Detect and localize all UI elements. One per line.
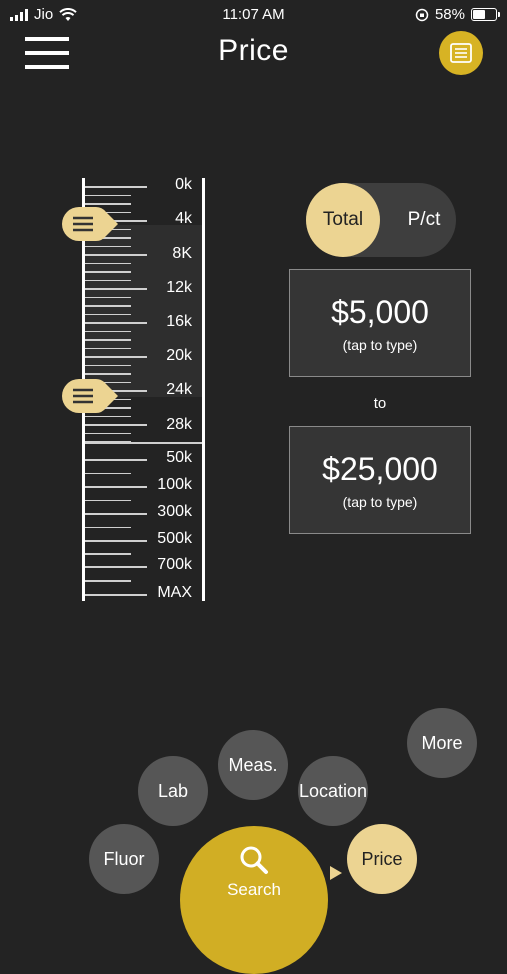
header: Price [0,28,507,78]
battery-fill [473,10,485,19]
min-price-value: $5,000 [331,293,429,330]
nav-location-button[interactable]: Location [298,756,368,826]
scale-label: 28k [166,416,192,433]
handle-grip-icon [62,207,118,241]
total-per-carat-toggle[interactable]: Total P/ct [306,183,456,257]
range-separator: to [373,395,387,412]
scale-label: 4k [175,210,192,227]
scale-tick [85,540,147,542]
toggle-total[interactable]: Total [306,183,380,257]
battery-icon [471,8,500,21]
scale-tick [85,499,131,501]
scale-tick [85,459,147,461]
scale-label: 0k [175,176,192,193]
max-price-hint: (tap to type) [342,493,418,510]
nav-meas-button[interactable]: Meas. [218,730,288,800]
scale-tick [85,373,131,375]
scale-label: 50k [166,449,192,466]
scale-label: 100k [157,476,192,493]
scale-tick [85,356,147,358]
scale-tick [85,186,147,188]
scale-tick [85,288,147,290]
list-button[interactable] [439,31,483,75]
scale-tick [85,305,131,307]
scale-tick [85,330,131,332]
scale-tick [85,432,131,434]
scale-tick [85,339,131,341]
scale-tick [85,271,131,273]
nav-more-button[interactable]: More [407,708,477,778]
scale-label: 12k [166,279,192,296]
nav-fluor-button[interactable]: Fluor [89,824,159,894]
scale-label: 20k [166,347,192,364]
nav-lab-button[interactable]: Lab [138,756,208,826]
scale-tick [85,424,147,426]
toggle-per-carat[interactable]: P/ct [392,183,456,257]
max-price-box[interactable]: $25,000 (tap to type) [289,426,471,534]
scale-tick [85,472,131,474]
scale-label: 24k [166,381,192,398]
scale-tick [85,279,131,281]
list-icon [450,43,472,63]
scale-tick [85,296,131,298]
search-icon [240,846,268,874]
scale-label: MAX [157,584,192,601]
scale-tick [85,262,131,264]
search-label: Search [227,880,281,899]
scale-tick [85,347,131,349]
scale-tick [85,566,147,568]
scale-label: 700k [157,556,192,573]
scale-right-rail [202,178,205,601]
active-pointer [330,866,342,880]
min-handle[interactable] [62,207,118,241]
nav-price-button[interactable]: Price [347,824,417,894]
scale-label: 16k [166,313,192,330]
scale-tick [85,526,131,528]
status-right: 58% [415,6,500,23]
scale-tick [85,322,147,324]
min-price-box[interactable]: $5,000 (tap to type) [289,269,471,377]
scale-label: 8K [172,245,192,262]
min-price-hint: (tap to type) [342,336,418,353]
scale-tick [85,313,131,315]
scale-tick [85,553,131,555]
handle-grip-icon [62,379,118,413]
scale-tick [85,513,147,515]
max-handle[interactable] [62,379,118,413]
scale-tick [85,580,131,582]
max-price-value: $25,000 [322,450,438,487]
scale-tick [85,364,131,366]
scale-tick [85,594,147,596]
search-button[interactable]: Search [180,826,328,974]
scale-label: 300k [157,503,192,520]
page-title: Price [218,34,289,67]
status-bar: Jio 11:07 AM 58% [0,0,507,28]
scale-tick [85,203,131,205]
scale-label: 500k [157,530,192,547]
scale-divider [85,442,202,444]
scale-tick [85,245,131,247]
orientation-lock-icon [415,8,429,21]
scale-tick [85,254,147,256]
scale-tick [85,194,131,196]
scale-tick [85,486,147,488]
scale-tick [85,415,131,417]
battery-percent: 58% [434,6,465,23]
